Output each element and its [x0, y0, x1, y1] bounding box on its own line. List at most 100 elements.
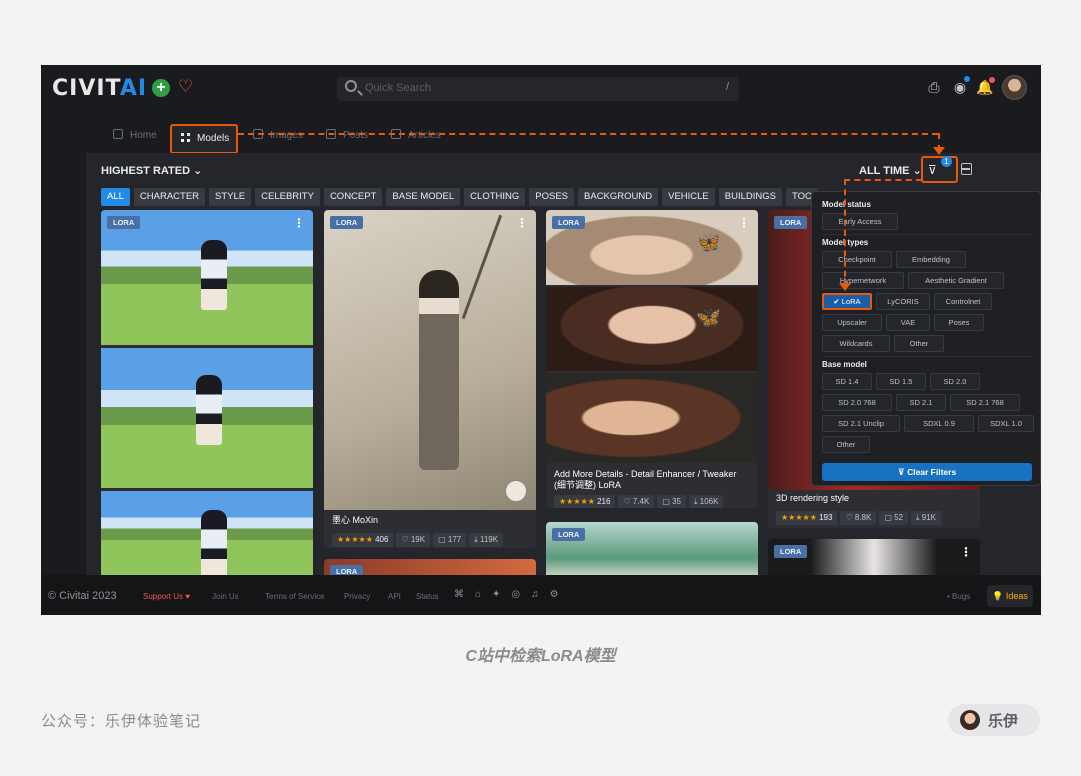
filter-icon: ⊽: [928, 163, 937, 177]
filter-other-base[interactable]: Other: [822, 436, 870, 453]
chip-style[interactable]: STYLE: [209, 188, 252, 206]
author-name: 乐伊: [988, 713, 1019, 730]
wechat-account-label: 公众号：乐伊体验笔记: [41, 713, 202, 730]
filter-sdxl-0-9[interactable]: SDXL 0.9: [904, 415, 974, 432]
footer-join[interactable]: Join Us: [212, 592, 239, 601]
search-input[interactable]: Quick Search /: [337, 77, 739, 101]
footer-status[interactable]: Status: [416, 592, 439, 601]
filter-other-type[interactable]: Other: [894, 335, 944, 352]
nav-models[interactable]: Models: [170, 124, 238, 154]
image-caption: C站中检索LoRA模型: [465, 648, 616, 665]
filter-early-access[interactable]: Early Access: [822, 213, 898, 230]
filter-embedding[interactable]: Embedding: [896, 251, 966, 268]
layout-toggle-icon[interactable]: [961, 163, 972, 175]
clear-filters-button[interactable]: ⊽ Clear Filters: [822, 463, 1032, 481]
chip-clothing[interactable]: CLOTHING: [464, 188, 526, 206]
butterfly-icon: 🦋: [696, 307, 721, 329]
lora-badge: LORA: [330, 216, 364, 229]
stars-icon: ★★★★★: [781, 513, 817, 522]
footer-copyright: © Civitai 2023: [48, 590, 117, 602]
anime-girl-figure: [196, 375, 222, 445]
footer-privacy[interactable]: Privacy: [344, 592, 370, 601]
lora-badge: LORA: [107, 216, 141, 229]
nav-posts[interactable]: Posts: [326, 129, 368, 141]
card-menu-icon[interactable]: ⋮: [960, 545, 972, 559]
filter-sd-2-0[interactable]: SD 2.0: [930, 373, 980, 390]
annotation-arrow-icon: [839, 283, 851, 291]
filter-controlnet[interactable]: Controlnet: [934, 293, 992, 310]
card-menu-icon[interactable]: ⋮: [293, 216, 305, 230]
user-avatar[interactable]: [1002, 75, 1027, 100]
chip-background[interactable]: BACKGROUND: [578, 188, 659, 206]
butterfly-icon: 🦋: [696, 232, 721, 254]
anime-girl-figure: [201, 240, 227, 310]
chip-base-model[interactable]: BASE MODEL: [386, 188, 461, 206]
eye-badge: [964, 76, 970, 82]
annotation-dashed-line: [844, 179, 922, 181]
footer-support[interactable]: Support Us ♥: [143, 592, 190, 601]
search-placeholder: Quick Search: [365, 82, 432, 94]
search-shortcut: /: [725, 81, 729, 93]
card-title[interactable]: 3D rendering style: [776, 493, 849, 504]
upload-icon[interactable]: ⎙: [925, 78, 943, 96]
chip-concept[interactable]: CONCEPT: [323, 188, 383, 206]
footer-ideas[interactable]: 💡 Ideas: [987, 585, 1033, 607]
filter-button[interactable]: ⊽ 1: [921, 156, 958, 183]
chip-celebrity[interactable]: CELEBRITY: [255, 188, 320, 206]
create-plus-button[interactable]: +: [152, 79, 170, 97]
card-image: [546, 373, 758, 463]
filter-wildcards[interactable]: Wildcards: [822, 335, 890, 352]
anime-girl-figure: [201, 510, 227, 580]
model-card[interactable]: LORA ⋮: [101, 210, 313, 580]
chip-vehicle[interactable]: VEHICLE: [662, 188, 715, 206]
model-card[interactable]: LORA ⋮ 墨心 MoXin ★★★★★ 406 ♡ 19K ▢ 177 ⤓ 119…: [324, 210, 536, 548]
divider: [822, 356, 1032, 357]
card-title[interactable]: 墨心 MoXin: [332, 515, 378, 526]
card-title[interactable]: Add More Details - Detail Enhancer / Twe…: [554, 469, 744, 491]
top-bar: CIVITAI + ♡ Quick Search / ⎙ ◉ 🔔: [41, 65, 1041, 111]
chip-buildings[interactable]: BUILDINGS: [718, 188, 782, 206]
social-icons[interactable]: ⌘⌂✦◎♫⚙: [454, 589, 570, 600]
filter-sd-1-5[interactable]: SD 1.5: [876, 373, 926, 390]
card-menu-icon[interactable]: ⋮: [738, 216, 750, 230]
filter-lora-selected[interactable]: ✔ LoRA: [822, 293, 872, 310]
filter-aesthetic-gradient[interactable]: Aesthetic Gradient: [908, 272, 1004, 289]
filter-poses[interactable]: Poses: [934, 314, 984, 331]
filter-lycoris[interactable]: LyCORIS: [876, 293, 930, 310]
footer-api[interactable]: API: [388, 592, 401, 601]
footer-bugs[interactable]: • Bugs: [947, 592, 970, 601]
lora-badge: LORA: [774, 545, 808, 558]
chip-poses[interactable]: POSES: [529, 188, 575, 206]
nav-articles[interactable]: Articles: [391, 129, 441, 141]
filter-sd-2-0-768[interactable]: SD 2.0 768: [822, 394, 892, 411]
support-heart-icon[interactable]: ♡: [178, 77, 193, 97]
chip-character[interactable]: CHARACTER: [133, 188, 206, 206]
filter-count-badge: 1: [941, 156, 952, 167]
filter-sdxl-1-0[interactable]: SDXL 1.0: [978, 415, 1034, 432]
filter-sd-2-1[interactable]: SD 2.1: [896, 394, 946, 411]
nav-home[interactable]: Home: [113, 129, 157, 141]
home-icon: [113, 129, 123, 139]
filter-sd-2-1-unclip[interactable]: SD 2.1 Unclip: [822, 415, 900, 432]
downloads-stat: ⤓ 119K: [469, 533, 504, 547]
stars-icon: ★★★★★: [559, 497, 595, 506]
lora-badge: LORA: [552, 216, 586, 229]
period-dropdown[interactable]: ALL TIME ⌄: [859, 164, 922, 177]
footer-terms[interactable]: Terms of Service: [265, 592, 325, 601]
chip-all[interactable]: ALL: [101, 188, 130, 206]
nav-images[interactable]: Images: [253, 129, 303, 141]
ink-figure: [419, 270, 459, 470]
filter-vae[interactable]: VAE: [886, 314, 930, 331]
screenshot-frame: CIVITAI + ♡ Quick Search / ⎙ ◉ 🔔 Home Im…: [41, 65, 1041, 615]
filter-hypernetwork[interactable]: Hypernetwork: [822, 272, 904, 289]
sort-dropdown[interactable]: HIGHEST RATED ⌄: [101, 164, 202, 177]
civitai-logo[interactable]: CIVITAI: [52, 76, 147, 101]
filter-upscaler[interactable]: Upscaler: [822, 314, 882, 331]
model-card[interactable]: LORA: [546, 522, 758, 582]
filter-sd-1-4[interactable]: SD 1.4: [822, 373, 872, 390]
model-card[interactable]: 🦋 🦋 LORA ⋮ Add More Details - Detail Enh…: [546, 210, 758, 508]
filter-sd-2-1-768[interactable]: SD 2.1 768: [950, 394, 1020, 411]
creator-avatar[interactable]: [505, 480, 527, 502]
card-menu-icon[interactable]: ⋮: [516, 216, 528, 230]
filter-checkpoint[interactable]: Checkpoint: [822, 251, 892, 268]
